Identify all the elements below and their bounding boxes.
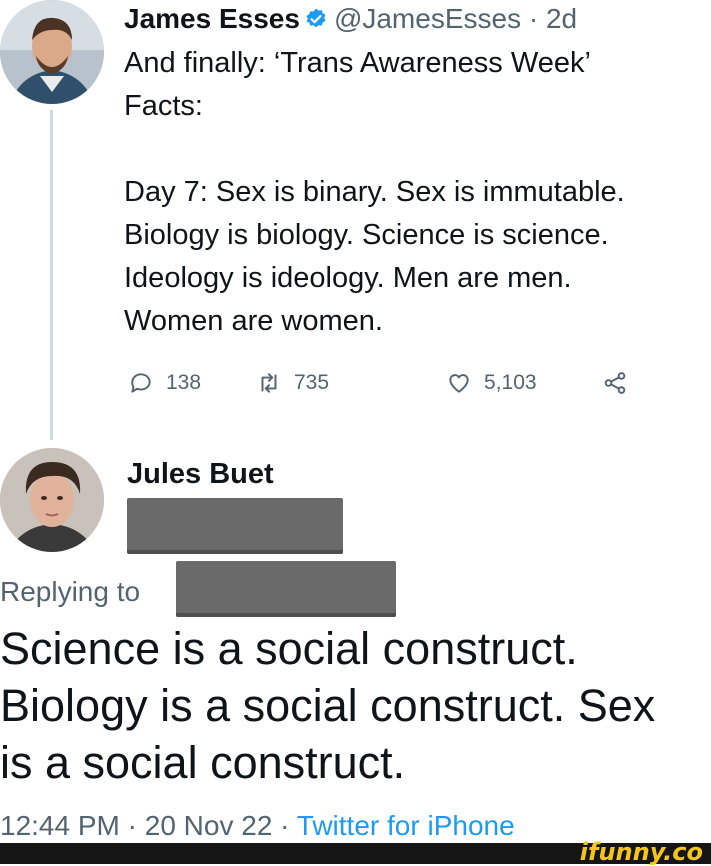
tweet1-header: James Esses @JamesEsses · 2d — [124, 2, 577, 36]
meta-separator: · — [119, 810, 145, 841]
profile-photo-icon — [0, 448, 104, 552]
reply-button[interactable]: 138 — [128, 370, 201, 396]
redacted-reply-target-block — [176, 561, 396, 617]
retweet-icon — [261, 373, 277, 393]
tweet1-text: And finally: ‘Trans Awareness Week’ Fact… — [124, 47, 625, 337]
like-button[interactable]: 5,103 — [446, 370, 537, 396]
author-handle[interactable]: @JamesEsses — [334, 3, 521, 34]
thread-connector-line — [50, 110, 53, 440]
tweet-time[interactable]: 12:44 PM — [0, 810, 120, 841]
tweet-date[interactable]: 20 Nov 22 — [145, 810, 273, 841]
tweet-source-link[interactable]: Twitter for iPhone — [297, 810, 515, 841]
reply-icon — [131, 373, 151, 393]
avatar-james-esses[interactable] — [0, 0, 104, 104]
author-name[interactable]: James Esses — [124, 3, 300, 34]
watermark-bar: ifunny.co — [0, 838, 711, 866]
heart-icon — [449, 374, 469, 393]
avatar-jules-buet[interactable] — [0, 448, 104, 552]
replying-to-label: Replying to — [0, 576, 141, 607]
share-icon — [604, 372, 626, 394]
reply-count: 138 — [166, 371, 202, 394]
tweet-age[interactable]: 2d — [546, 3, 577, 34]
reply-author-name[interactable]: Jules Buet — [127, 458, 274, 491]
retweet-button[interactable]: 735 — [256, 370, 329, 396]
tweet2-metadata: 12:44 PM · 20 Nov 22 · Twitter for iPhon… — [0, 810, 515, 842]
ifunny-watermark: ifunny.co — [579, 838, 703, 866]
header-separator: · — [528, 3, 539, 34]
meta-separator: · — [272, 810, 297, 841]
share-button[interactable] — [602, 370, 628, 396]
verified-badge-icon — [306, 8, 326, 28]
profile-photo-icon — [0, 0, 104, 104]
like-count: 5,103 — [484, 371, 537, 394]
retweet-count: 735 — [294, 371, 330, 394]
redacted-handle-block — [127, 498, 343, 554]
tweet2-text: Science is a social construct. Biology i… — [0, 623, 656, 788]
